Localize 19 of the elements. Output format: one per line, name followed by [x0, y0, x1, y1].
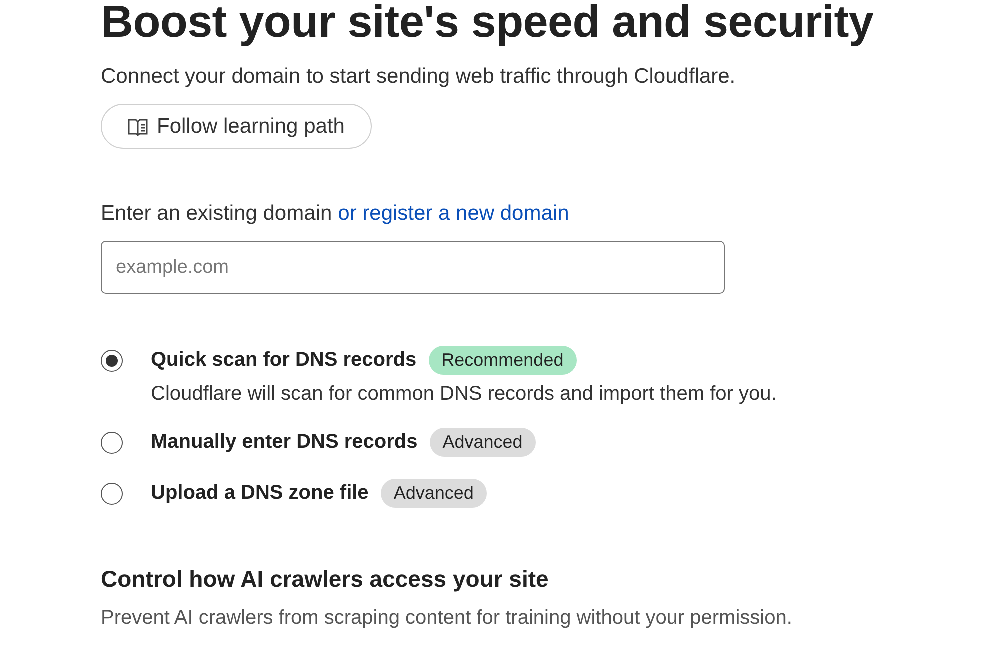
option-tag: Advanced: [380, 479, 487, 508]
option-label: Quick scan for DNS records: [151, 349, 417, 372]
option-label: Manually enter DNS records: [151, 431, 418, 454]
field-label: Enter an existing domain: [101, 201, 332, 227]
learning-path-button[interactable]: Follow learning path: [101, 104, 372, 149]
book-icon: [128, 118, 148, 136]
radio-button[interactable]: [101, 350, 123, 372]
domain-input-field[interactable]: example.com: [101, 241, 725, 294]
radio-button[interactable]: [101, 432, 123, 454]
option-tag: Recommended: [428, 346, 577, 375]
radio-button[interactable]: [101, 482, 123, 504]
option-label: Upload a DNS zone file: [151, 482, 369, 505]
option-tag: Advanced: [430, 428, 536, 457]
option-description: Cloudflare will scan for common DNS records and import them for you.: [151, 383, 778, 406]
section-description: Prevent AI crawlers from scraping content for training without your permission.: [101, 607, 794, 630]
register-domain-link[interactable]: or register a new domain: [338, 201, 570, 227]
page-subtitle: Connect your domain to start sending web traffic through Cloudflare.: [101, 64, 737, 90]
page-title: Boost your site's speed and security: [101, 0, 875, 48]
section-heading: Control how AI crawlers access your site: [101, 566, 550, 593]
